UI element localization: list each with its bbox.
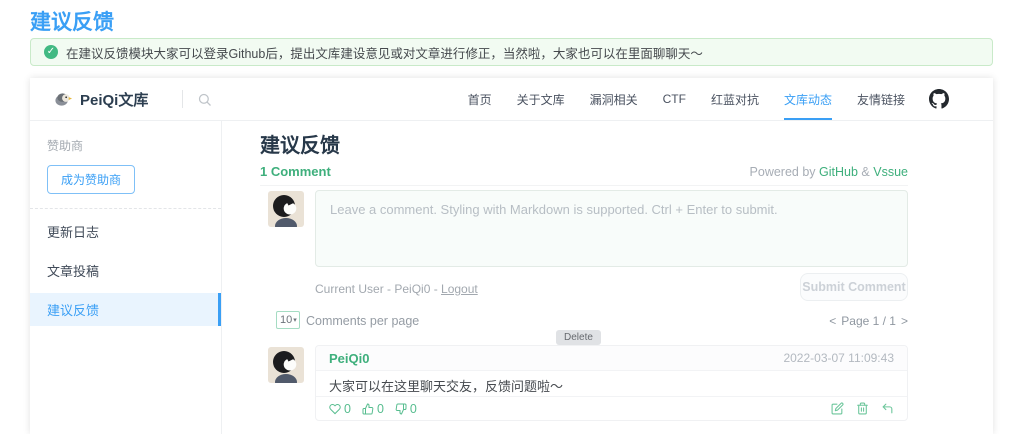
nav-item-links[interactable]: 友情链接 (857, 78, 905, 120)
submit-comment-button[interactable]: Submit Comment (800, 273, 908, 301)
prev-page-arrow[interactable]: < (829, 314, 836, 328)
nav-item-news[interactable]: 文库动态 (784, 78, 832, 120)
per-page-select[interactable]: 10 ▾ (276, 311, 300, 329)
navbar: PeiQi文库 首页 关于文库 漏洞相关 CTF 红蓝对抗 文库动态 友情链接 (30, 78, 993, 121)
thumbs-up-icon (362, 403, 374, 415)
comment-reactions: 0 0 0 (329, 402, 417, 416)
navbar-left: PeiQi文库 (54, 78, 212, 120)
page-title: 建议反馈 (30, 6, 114, 36)
github-link[interactable]: GitHub (819, 165, 858, 179)
divider (182, 90, 183, 108)
content-heading: 建议反馈 (260, 129, 340, 158)
comment-footer: 0 0 0 (316, 396, 907, 420)
chevron-down-icon: ▾ (293, 316, 297, 324)
nav-item-home[interactable]: 首页 (468, 78, 492, 120)
comment-body: 大家可以在这里聊天交友，反馈问题啦～ (316, 371, 907, 396)
next-page-arrow[interactable]: > (901, 314, 908, 328)
edit-comment-icon[interactable] (831, 402, 844, 415)
nav-item-about[interactable]: 关于文库 (517, 78, 565, 120)
site-brand[interactable]: PeiQi文库 (80, 89, 148, 110)
nav-item-ctf[interactable]: CTF (663, 78, 686, 120)
like-reaction[interactable]: 0 (362, 402, 384, 416)
like-count: 0 (377, 402, 384, 416)
comment-card: PeiQi0 2022-03-07 11:09:43 大家可以在这里聊天交友，反… (315, 345, 908, 421)
vssue-link[interactable]: Vssue (873, 165, 908, 179)
sidebar: 赞助商 成为赞助商 更新日志 文章投稿 建议反馈 (30, 121, 222, 434)
pagination: < Page 1 / 1 > (829, 314, 908, 328)
tip-banner: ✓ 在建议反馈模块大家可以登录Github后，提出文库建设意见或对文章进行修正，… (30, 38, 993, 66)
reply-comment-icon[interactable] (881, 402, 894, 415)
search-icon[interactable] (197, 92, 212, 107)
nav-item-vulns[interactable]: 漏洞相关 (590, 78, 638, 120)
heart-icon (329, 403, 341, 415)
nav-item-redblue[interactable]: 红蓝对抗 (711, 78, 759, 120)
sidebar-item-submit-article[interactable]: 文章投稿 (30, 254, 221, 287)
comment-timestamp: 2022-03-07 11:09:43 (783, 351, 894, 365)
sidebar-item-changelog[interactable]: 更新日志 (30, 215, 221, 248)
dislike-reaction[interactable]: 0 (395, 402, 417, 416)
page-indicator: Page 1 / 1 (841, 314, 896, 328)
github-icon[interactable] (929, 89, 949, 109)
become-sponsor-button[interactable]: 成为赞助商 (47, 165, 135, 194)
main-content: 建议反馈 1 Comment Powered by GitHub & Vssue (260, 121, 908, 434)
comment-author[interactable]: PeiQi0 (329, 351, 369, 366)
dislike-count: 0 (410, 402, 417, 416)
comment-actions (831, 402, 894, 415)
heart-reaction[interactable]: 0 (329, 402, 351, 416)
comment-author-avatar (268, 347, 304, 383)
site-logo-icon[interactable] (54, 90, 73, 109)
thumbs-down-icon (395, 403, 407, 415)
delete-tooltip: Delete (556, 330, 601, 345)
sponsor-section-label: 赞助商 (47, 137, 221, 154)
screen: 建议反馈 ✓ 在建议反馈模块大家可以登录Github后，提出文库建设意见或对文章… (0, 0, 1024, 434)
tip-text: 在建议反馈模块大家可以登录Github后，提出文库建设意见或对文章进行修正，当然… (66, 43, 703, 62)
editor-status-row: Current User - PeiQi0 - Logout Submit Co… (315, 273, 908, 303)
comment-editor[interactable] (315, 190, 908, 267)
divider (30, 208, 221, 209)
current-user-avatar (268, 191, 304, 227)
per-page-value: 10 (280, 314, 292, 326)
per-page-label: Comments per page (306, 314, 419, 328)
logout-link[interactable]: Logout (441, 282, 478, 296)
divider (260, 185, 908, 186)
navbar-links: 首页 关于文库 漏洞相关 CTF 红蓝对抗 文库动态 友情链接 (443, 78, 949, 120)
current-user-status: Current User - PeiQi0 - Logout (315, 282, 478, 296)
powered-by: Powered by GitHub & Vssue (750, 165, 908, 179)
vssue-header: 1 Comment Powered by GitHub & Vssue (260, 164, 908, 179)
delete-comment-icon[interactable] (856, 402, 869, 415)
sidebar-item-feedback[interactable]: 建议反馈 (30, 293, 221, 326)
heart-count: 0 (344, 402, 351, 416)
current-user-text: Current User - PeiQi0 - (315, 282, 441, 296)
powered-by-text: Powered by (750, 165, 816, 179)
comment-header: PeiQi0 2022-03-07 11:09:43 (316, 346, 907, 371)
comments-controls: 10 ▾ Comments per page < Page 1 / 1 > (260, 311, 908, 331)
check-circle-icon: ✓ (44, 45, 58, 59)
ampersand: & (861, 165, 869, 179)
embedded-site-screenshot: PeiQi文库 首页 关于文库 漏洞相关 CTF 红蓝对抗 文库动态 友情链接 (30, 78, 993, 434)
comments-count: 1 Comment (260, 164, 331, 179)
